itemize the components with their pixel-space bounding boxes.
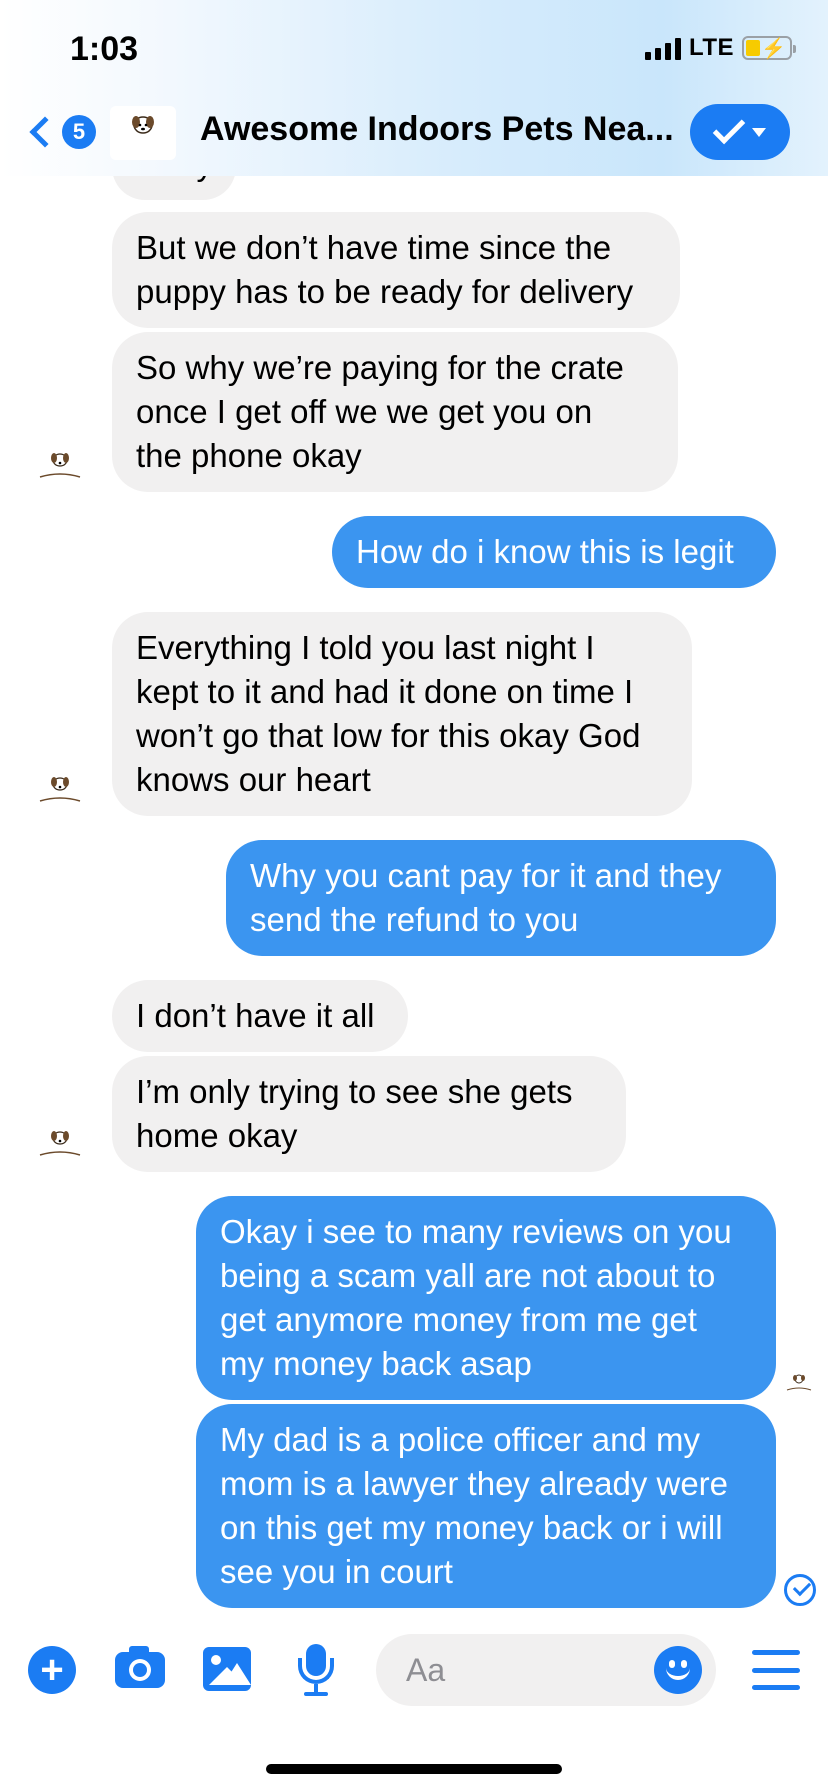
message-bubble[interactable]: But we don’t have time since the puppy h… (112, 212, 680, 328)
home-indicator[interactable] (266, 1764, 562, 1774)
seen-avatar (784, 1370, 814, 1396)
message-bubble-outgoing[interactable]: My dad is a police officer and my mom is… (196, 1404, 776, 1608)
message-line: But we don’t have time since the (136, 229, 612, 266)
message-line: Why you cant pay for it and they (250, 857, 722, 894)
message-bubble[interactable]: I’m only trying to see she gets home oka… (112, 1056, 626, 1172)
message-bubble[interactable]: So why we’re paying for the crate once I… (112, 332, 678, 492)
message-line: Everything I told you last night I (136, 629, 595, 666)
dogs-we-luv-logo (132, 116, 154, 134)
delivered-check-icon (784, 1574, 816, 1606)
plus-icon[interactable]: + (28, 1646, 76, 1694)
message-line: Okay i see to many reviews on you (220, 1213, 732, 1250)
message-bubble[interactable]: I don’t have it all (112, 980, 408, 1052)
page-avatar[interactable] (110, 106, 176, 160)
unread-badge: 5 (62, 115, 96, 149)
photo-icon[interactable] (202, 1646, 252, 1692)
message-line: won’t go that low for this okay God (136, 717, 641, 754)
message-bubble-outgoing[interactable]: Okay i see to many reviews on you being … (196, 1196, 776, 1400)
message-line: on this get my money back or i will (220, 1509, 723, 1546)
checkmark-icon (712, 111, 746, 145)
message-line: being a scam yall are not about to (220, 1257, 716, 1294)
message-line: knows our heart (136, 761, 371, 798)
signal-icon (644, 36, 681, 60)
mark-done-button[interactable] (690, 104, 790, 160)
message-bubble-outgoing[interactable]: How do i know this is legit (332, 516, 776, 588)
camera-icon[interactable] (114, 1646, 166, 1690)
message-bubble[interactable]: Everything I told you last night I kept … (112, 612, 692, 816)
menu-icon[interactable] (752, 1650, 800, 1690)
message-line: kept to it and had it done on time I (136, 673, 634, 710)
battery-icon: ⚡ (742, 36, 796, 60)
status-time: 1:03 (70, 30, 139, 68)
status-indicators: LTE ⚡ (644, 34, 796, 62)
dogs-we-luv-logo (39, 1131, 81, 1156)
message-line: my money back asap (220, 1345, 532, 1382)
message-bubble-outgoing[interactable]: Why you cant pay for it and they send th… (226, 840, 776, 956)
network-label: LTE (688, 34, 734, 61)
composer-bar: + Aa (0, 1620, 828, 1720)
message-input-placeholder: Aa (406, 1652, 446, 1688)
message-line: see you in court (220, 1553, 453, 1590)
dogs-we-luv-logo (39, 777, 81, 802)
message-line: mom is a lawyer they already were (220, 1465, 729, 1502)
chevron-down-icon (752, 127, 766, 137)
message-line: I’m only trying to see she gets (136, 1073, 573, 1110)
chevron-left-icon (29, 116, 61, 148)
conversation-title[interactable]: Awesome Indoors Pets Nea... (200, 110, 674, 149)
dogs-we-luv-logo (786, 1374, 812, 1391)
sender-avatar[interactable] (34, 770, 86, 810)
back-button[interactable]: 5 (24, 108, 96, 156)
message-line: home okay (136, 1117, 298, 1154)
dogs-we-luv-logo (39, 453, 81, 478)
message-line: the phone okay (136, 437, 362, 474)
sender-avatar[interactable] (34, 1124, 86, 1164)
microphone-icon[interactable] (296, 1644, 336, 1698)
message-line: send the refund to you (250, 901, 579, 938)
message-line: I don’t have it all (136, 997, 375, 1034)
message-line: How do i know this is legit (356, 533, 734, 570)
emoji-icon[interactable] (654, 1646, 702, 1694)
message-line: get anymore money from me get (220, 1301, 697, 1338)
sender-avatar[interactable] (34, 446, 86, 486)
message-line: once I get off we we get you on (136, 393, 593, 430)
message-line: So why we’re paying for the crate (136, 349, 624, 386)
message-line: My dad is a police officer and my (220, 1421, 700, 1458)
message-line: puppy has to be ready for delivery (136, 273, 634, 310)
